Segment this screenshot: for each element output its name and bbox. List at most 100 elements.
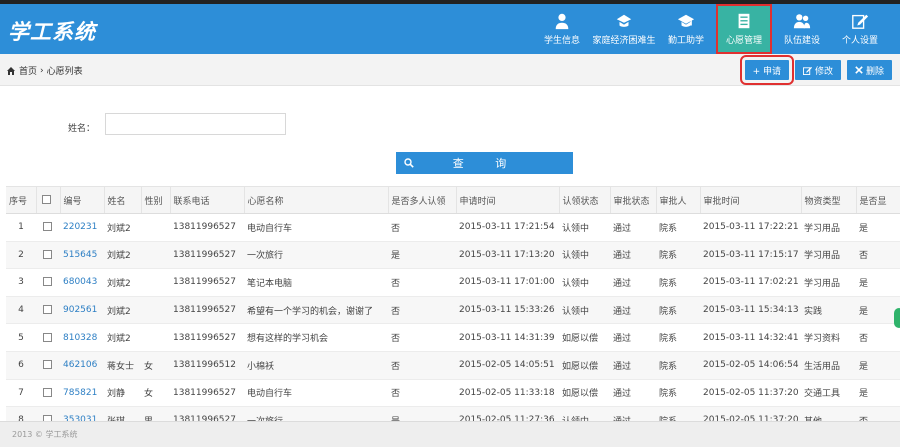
wish-id-link[interactable]: 810328: [60, 323, 104, 352]
col-header[interactable]: 是否显: [856, 186, 900, 214]
wish-id-link[interactable]: 902561: [60, 296, 104, 325]
table-row[interactable]: 3 680043 刘斌2 13811996527 笔记本电脑否 2015-03-11 17…: [6, 268, 900, 297]
row-checkbox-cell: [36, 379, 60, 408]
table-cell: 13811996527: [170, 379, 244, 408]
table-cell: 1: [6, 213, 36, 242]
table-cell: 是: [856, 351, 900, 380]
table-cell: 如愿以偿: [559, 351, 610, 380]
table-cell: 13811996527: [170, 213, 244, 242]
footer: 2013 © 学工系统: [0, 421, 900, 447]
breadcrumb: 首页 › 心愿列表: [6, 64, 83, 77]
row-checkbox[interactable]: [43, 360, 52, 370]
table-cell: 4: [6, 296, 36, 325]
col-header[interactable]: 性别: [141, 186, 171, 214]
table-cell: 刘斌2: [104, 296, 141, 325]
table-cell: [141, 213, 170, 242]
table-cell: 认领中: [559, 296, 610, 325]
col-header[interactable]: 姓名: [104, 186, 142, 214]
table-row[interactable]: 6 462106 蒋女士女 13811996512 小棉袄否 2015-02-05 14:…: [6, 351, 900, 380]
table-row[interactable]: 7 785821 刘静女 13811996527 电动自行车否 2015-02-05 11…: [6, 379, 900, 408]
wish-id-link[interactable]: 680043: [60, 268, 104, 297]
wish-id-link[interactable]: 462106: [60, 351, 104, 380]
table-cell: 交通工具: [801, 379, 856, 408]
breadcrumb-bar: 首页 › 心愿列表 + 申请 修改 删除: [0, 54, 900, 86]
nav-item-wish-management[interactable]: 心愿管理: [716, 4, 772, 54]
table-cell: 学习资料: [801, 323, 856, 352]
nav-item-student-info[interactable]: 学生信息: [534, 4, 590, 54]
wish-id-link[interactable]: 515645: [60, 241, 104, 270]
table-cell: 蒋女士: [104, 351, 141, 380]
row-checkbox-cell: [36, 268, 60, 297]
breadcrumb-separator: ›: [40, 65, 44, 76]
table-header-row: 序号 编号 姓名 性别 联系电话 心愿名称 是否多人认领 申请时间 认领状态 审…: [6, 186, 900, 214]
row-checkbox[interactable]: [43, 222, 52, 232]
col-header[interactable]: 联系电话: [170, 186, 245, 214]
table-cell: 院系: [656, 351, 700, 380]
row-checkbox[interactable]: [43, 332, 52, 342]
edit-button[interactable]: 修改: [794, 60, 841, 80]
table-cell: 13811996527: [170, 323, 244, 352]
table-cell: 否: [388, 268, 456, 297]
table-cell: 否: [388, 296, 456, 325]
nav-label: 队伍建设: [783, 36, 820, 46]
nav-label: 勤工助学: [667, 36, 704, 46]
table-cell: 13811996527: [170, 268, 244, 297]
edit-settings-icon: [852, 14, 869, 29]
wish-id-link[interactable]: 785821: [60, 379, 104, 408]
table-row[interactable]: 4 902561 刘斌2 13811996527 希望有一个学习的机会，谢谢了否 2015…: [6, 296, 900, 325]
table-cell: 是: [388, 241, 456, 270]
table-row[interactable]: 1 220231 刘斌2 13811996527 电动自行车否 2015-03-11 17…: [6, 213, 900, 242]
side-float-button[interactable]: [894, 308, 900, 328]
add-button[interactable]: + 申请: [739, 55, 795, 85]
table-cell: 刘斌2: [104, 268, 141, 297]
wish-id-link[interactable]: 220231: [60, 213, 104, 242]
table-row[interactable]: 5 810328 刘斌2 13811996527 想有这样的学习机会否 2015-03-1…: [6, 323, 900, 352]
nav-label: 心愿管理: [725, 36, 762, 46]
row-checkbox[interactable]: [43, 387, 52, 397]
col-header[interactable]: 审批时间: [700, 186, 802, 214]
table-cell: 是: [856, 379, 900, 408]
col-header[interactable]: 审批人: [656, 186, 701, 214]
table-cell: 2015-02-05 11:37:20: [700, 379, 801, 408]
table-cell: 2015-02-05 14:06:54: [700, 351, 801, 380]
document-icon: [738, 13, 750, 29]
table-cell: 7: [6, 379, 36, 408]
table-cell: 13811996512: [170, 351, 244, 380]
table-cell: 一次旅行: [244, 241, 388, 270]
nav-item-team-building[interactable]: 队伍建设: [774, 4, 830, 54]
table-cell: 否: [388, 323, 456, 352]
table-body: 1 220231 刘斌2 13811996527 电动自行车否 2015-03-11 17…: [6, 213, 900, 435]
col-header[interactable]: 编号: [60, 186, 105, 214]
row-checkbox[interactable]: [43, 249, 52, 259]
select-all-checkbox[interactable]: [41, 195, 51, 204]
delete-button[interactable]: 删除: [846, 60, 892, 80]
poverty-student-icon: [616, 14, 632, 27]
table-row[interactable]: 2 515645 刘斌2 13811996527 一次旅行是 2015-03-11 17:…: [6, 241, 900, 270]
nav-item-personal-settings[interactable]: 个人设置: [832, 4, 888, 54]
breadcrumb-home[interactable]: 首页: [19, 64, 37, 77]
table-cell: 2015-03-11 17:13:20: [456, 241, 559, 270]
col-header[interactable]: 心愿名称: [244, 186, 389, 214]
team-icon: [793, 14, 811, 29]
nav-label: 学生信息: [543, 36, 580, 46]
app-header: 学工系统 学生信息 家庭经济困难生 勤工助学 心愿管理 队伍建设 个人设置: [0, 4, 900, 54]
table-cell: 2015-03-11 17:21:54: [456, 213, 559, 242]
col-header[interactable]: 审批状态: [610, 186, 657, 214]
col-header[interactable]: 申请时间: [456, 186, 560, 214]
col-header[interactable]: 是否多人认领: [388, 186, 457, 214]
query-button[interactable]: 查 询: [396, 152, 573, 174]
table-cell: 如愿以偿: [559, 379, 610, 408]
table-cell: 电动自行车: [244, 213, 388, 242]
name-search-input[interactable]: [105, 113, 286, 135]
table-cell: 女: [141, 351, 170, 380]
table-cell: 通过: [610, 268, 656, 297]
table-cell: 3: [6, 268, 36, 297]
col-header[interactable]: 认领状态: [559, 186, 611, 214]
table-cell: 刘斌2: [104, 213, 141, 242]
row-checkbox[interactable]: [43, 277, 52, 287]
row-checkbox[interactable]: [43, 305, 52, 315]
nav-item-poverty-student[interactable]: 家庭经济困难生: [592, 4, 656, 54]
table-cell: 2015-03-11 17:01:00: [456, 268, 559, 297]
nav-item-work-study[interactable]: 勤工助学: [658, 4, 714, 54]
col-header[interactable]: 物资类型: [801, 186, 857, 214]
